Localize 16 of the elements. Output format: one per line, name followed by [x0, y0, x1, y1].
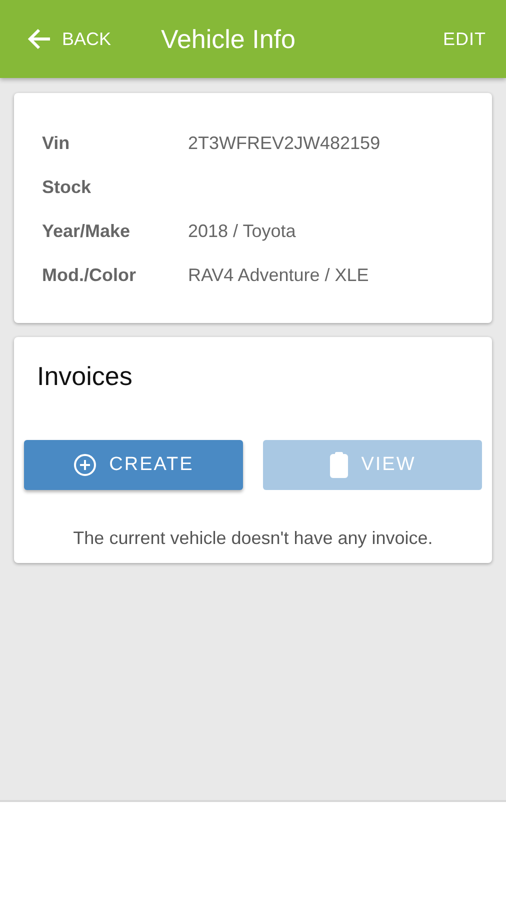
field-label: Year/Make	[42, 220, 132, 242]
field-value: 2T3WFREV2JW482159	[188, 132, 380, 154]
create-button[interactable]: CREATE	[24, 440, 243, 490]
field-value: 2018 / Toyota	[188, 220, 296, 242]
screen-title: Vehicle Info	[161, 24, 296, 54]
field-label: Vin	[42, 132, 71, 154]
empty-message: The current vehicle doesn't have any invoice.	[72, 528, 434, 549]
section-title: Invoices	[37, 361, 134, 392]
field-value: RAV4 Adventure / XLE	[188, 264, 369, 286]
back-arrow-icon	[26, 27, 52, 51]
clipboard-icon	[329, 452, 350, 478]
field-label: Stock	[42, 176, 92, 198]
back-button[interactable]: BACK	[26, 27, 112, 51]
field-label: Mod./Color	[42, 264, 137, 286]
plus-circle-icon	[73, 453, 98, 477]
edit-button[interactable]: EDIT	[442, 28, 486, 50]
